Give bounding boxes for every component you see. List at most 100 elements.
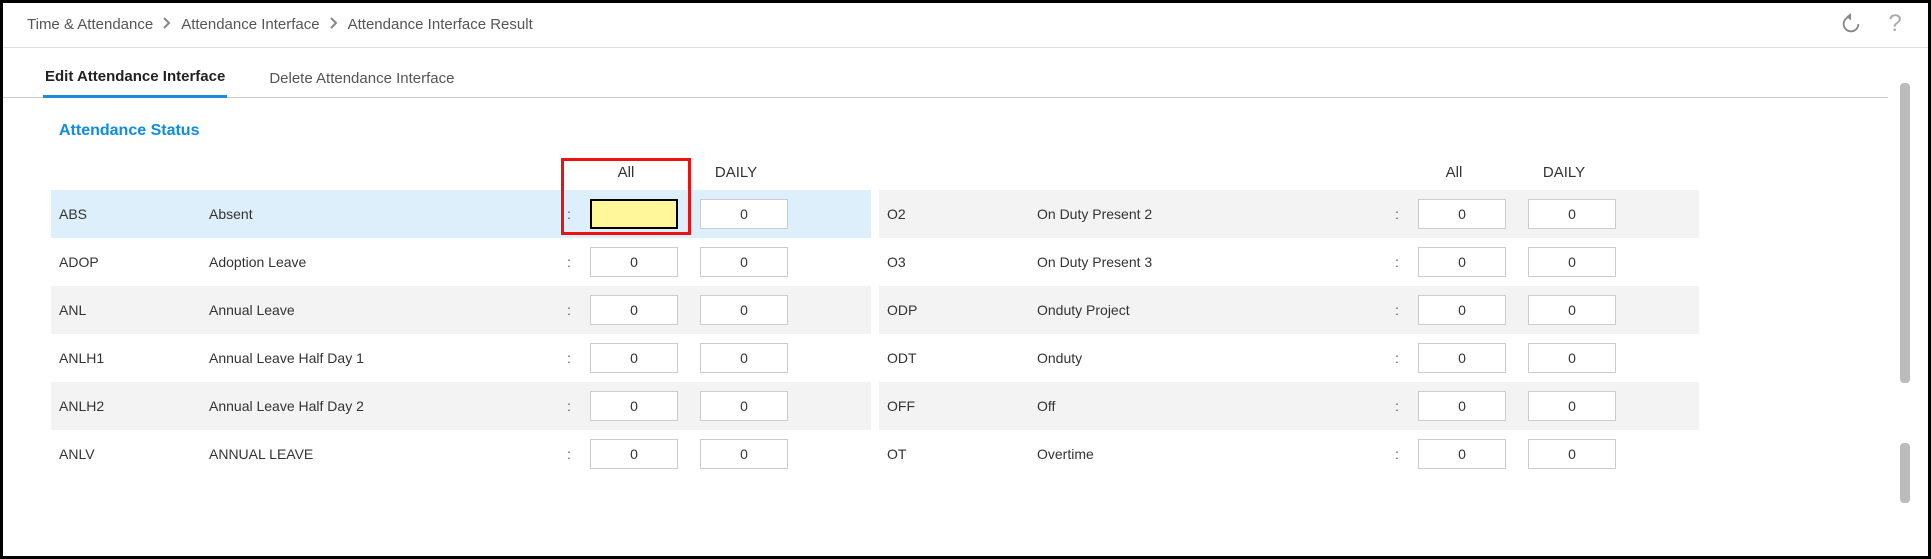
daily-input[interactable] [1528, 343, 1616, 373]
colon-separator: : [1387, 302, 1407, 318]
app-window: Time & Attendance Attendance Interface A… [0, 0, 1931, 559]
status-description: On Duty Present 2 [1037, 206, 1387, 222]
colon-separator: : [559, 350, 579, 366]
breadcrumb: Time & Attendance Attendance Interface A… [27, 16, 533, 33]
col-headers-right: All DAILY [879, 154, 1699, 190]
status-code: ODT [887, 350, 1037, 366]
all-input[interactable] [1418, 343, 1506, 373]
content: Attendance Status All DAILY ABSAbsent:AD… [3, 98, 1928, 478]
daily-input[interactable] [700, 343, 788, 373]
status-col-left: All DAILY ABSAbsent:ADOPAdoption Leave:A… [51, 154, 871, 478]
status-row: ADOPAdoption Leave: [51, 238, 871, 286]
daily-input[interactable] [1528, 295, 1616, 325]
daily-input[interactable] [700, 295, 788, 325]
status-description: ANNUAL LEAVE [209, 446, 559, 462]
status-code: ANLH1 [59, 350, 209, 366]
status-row: ANLVANNUAL LEAVE: [51, 430, 871, 478]
tabs: Edit Attendance Interface Delete Attenda… [3, 48, 1888, 98]
status-row: ANLAnnual Leave: [51, 286, 871, 334]
status-code: ODP [887, 302, 1037, 318]
colon-separator: : [1387, 398, 1407, 414]
tab-delete-attendance-interface[interactable]: Delete Attendance Interface [267, 70, 456, 97]
status-columns: All DAILY ABSAbsent:ADOPAdoption Leave:A… [51, 154, 1888, 478]
status-description: On Duty Present 3 [1037, 254, 1387, 270]
status-description: Adoption Leave [209, 254, 559, 270]
col-headers-left: All DAILY [51, 154, 871, 190]
all-input[interactable] [590, 247, 678, 277]
daily-input[interactable] [700, 247, 788, 277]
status-code: ADOP [59, 254, 209, 270]
status-row: O3On Duty Present 3: [879, 238, 1699, 286]
breadcrumb-item-3[interactable]: Attendance Interface Result [348, 16, 533, 33]
colon-separator: : [1387, 350, 1407, 366]
all-input[interactable] [590, 295, 678, 325]
header-daily-left: DAILY [681, 164, 791, 181]
status-code: OT [887, 446, 1037, 462]
all-input[interactable] [590, 199, 678, 229]
vertical-scrollbar[interactable] [1900, 83, 1910, 503]
all-input[interactable] [1418, 295, 1506, 325]
status-row: OFFOff: [879, 382, 1699, 430]
status-code: O2 [887, 206, 1037, 222]
scrollbar-thumb-top[interactable] [1900, 83, 1910, 383]
daily-input[interactable] [1528, 247, 1616, 277]
header-daily-right: DAILY [1509, 164, 1619, 181]
status-code: ANLH2 [59, 398, 209, 414]
status-description: Annual Leave [209, 302, 559, 318]
status-col-right: All DAILY O2On Duty Present 2:O3On Duty … [879, 154, 1699, 478]
section-heading-attendance-status: Attendance Status [51, 98, 1888, 154]
colon-separator: : [559, 254, 579, 270]
status-row: ANLH1Annual Leave Half Day 1: [51, 334, 871, 382]
all-input[interactable] [1418, 439, 1506, 469]
colon-separator: : [1387, 254, 1407, 270]
tab-edit-attendance-interface[interactable]: Edit Attendance Interface [43, 68, 227, 98]
all-input[interactable] [590, 391, 678, 421]
status-row: OTOvertime: [879, 430, 1699, 478]
daily-input[interactable] [700, 439, 788, 469]
header-all-right: All [1399, 164, 1509, 181]
daily-input[interactable] [700, 391, 788, 421]
daily-input[interactable] [1528, 391, 1616, 421]
status-description: Onduty Project [1037, 302, 1387, 318]
daily-input[interactable] [1528, 199, 1616, 229]
status-description: Overtime [1037, 446, 1387, 462]
status-code: O3 [887, 254, 1037, 270]
status-row: O2On Duty Present 2: [879, 190, 1699, 238]
all-input[interactable] [1418, 247, 1506, 277]
all-input[interactable] [1418, 199, 1506, 229]
status-description: Annual Leave Half Day 2 [209, 398, 559, 414]
colon-separator: : [1387, 446, 1407, 462]
header-all-left: All [571, 164, 681, 181]
topbar: Time & Attendance Attendance Interface A… [3, 3, 1928, 48]
colon-separator: : [1387, 206, 1407, 222]
colon-separator: : [559, 446, 579, 462]
status-code: ABS [59, 206, 209, 222]
chevron-right-icon [163, 16, 171, 33]
scrollbar-thumb-bottom[interactable] [1900, 443, 1910, 503]
status-code: ANL [59, 302, 209, 318]
colon-separator: : [559, 302, 579, 318]
refresh-icon[interactable] [1838, 11, 1864, 37]
colon-separator: : [559, 206, 579, 222]
status-description: Onduty [1037, 350, 1387, 366]
top-actions: ? [1838, 11, 1908, 37]
status-code: OFF [887, 398, 1037, 414]
help-icon[interactable]: ? [1882, 11, 1908, 37]
all-input[interactable] [590, 439, 678, 469]
all-input[interactable] [590, 343, 678, 373]
status-description: Off [1037, 398, 1387, 414]
breadcrumb-item-1[interactable]: Time & Attendance [27, 16, 153, 33]
status-description: Absent [209, 206, 559, 222]
status-row: ODPOnduty Project: [879, 286, 1699, 334]
daily-input[interactable] [700, 199, 788, 229]
colon-separator: : [559, 398, 579, 414]
all-input[interactable] [1418, 391, 1506, 421]
status-row: ODTOnduty: [879, 334, 1699, 382]
status-description: Annual Leave Half Day 1 [209, 350, 559, 366]
status-code: ANLV [59, 446, 209, 462]
daily-input[interactable] [1528, 439, 1616, 469]
breadcrumb-item-2[interactable]: Attendance Interface [181, 16, 319, 33]
status-row: ABSAbsent: [51, 190, 871, 238]
chevron-right-icon [330, 16, 338, 33]
status-row: ANLH2Annual Leave Half Day 2: [51, 382, 871, 430]
